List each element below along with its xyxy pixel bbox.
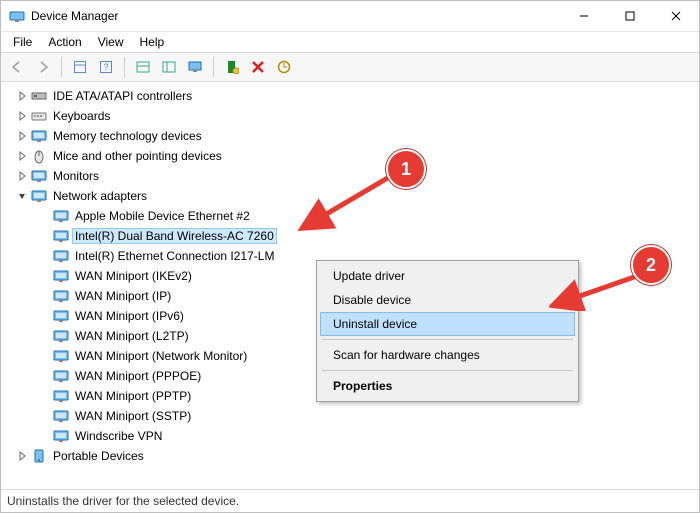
- device-icon: [53, 408, 69, 424]
- context-menu-item[interactable]: Uninstall device: [320, 312, 575, 336]
- uninstall-toolbar-button[interactable]: [246, 55, 270, 79]
- device-icon: [53, 208, 69, 224]
- tree-device[interactable]: WAN Miniport (SSTP): [1, 406, 699, 426]
- tree-category-label: Memory technology devices: [53, 129, 202, 143]
- maximize-button[interactable]: [607, 1, 653, 31]
- context-menu-item[interactable]: Scan for hardware changes: [320, 343, 575, 367]
- tree-category-label: Monitors: [53, 169, 99, 183]
- menu-action[interactable]: Action: [40, 33, 89, 51]
- menu-file[interactable]: File: [5, 33, 40, 51]
- toolbar-sep: [61, 57, 62, 77]
- toolbar-sep: [124, 57, 125, 77]
- device-icon: [53, 248, 69, 264]
- help-toolbar-button[interactable]: ?: [94, 55, 118, 79]
- svg-text:?: ?: [103, 62, 108, 72]
- tree-category[interactable]: Portable Devices: [1, 446, 699, 466]
- tree-device-label: WAN Miniport (IPv6): [75, 309, 184, 323]
- callout-1: 1: [386, 149, 426, 189]
- tree-category[interactable]: Keyboards: [1, 106, 699, 126]
- tree-device-label: WAN Miniport (IP): [75, 289, 171, 303]
- tree-category-label: IDE ATA/ATAPI controllers: [53, 89, 192, 103]
- chevron-right-icon[interactable]: [15, 129, 29, 143]
- status-bar: Uninstalls the driver for the selected d…: [1, 490, 699, 512]
- chevron-right-icon[interactable]: [15, 169, 29, 183]
- tree-device-label: Intel(R) Dual Band Wireless-AC 7260: [72, 228, 277, 244]
- monitor-toolbar-button[interactable]: [183, 55, 207, 79]
- tree-device[interactable]: Windscribe VPN: [1, 426, 699, 446]
- window-title: Device Manager: [31, 9, 118, 23]
- chevron-right-icon[interactable]: [15, 149, 29, 163]
- tree-category[interactable]: Mice and other pointing devices: [1, 146, 699, 166]
- view2-toolbar-button[interactable]: [157, 55, 181, 79]
- device-icon: [53, 268, 69, 284]
- properties-toolbar-button[interactable]: [68, 55, 92, 79]
- device-icon: [31, 148, 47, 164]
- tree-device-label: Apple Mobile Device Ethernet #2: [75, 209, 250, 223]
- tree-device-label: WAN Miniport (IKEv2): [75, 269, 192, 283]
- update-toolbar-button[interactable]: [272, 55, 296, 79]
- device-icon: [53, 388, 69, 404]
- context-menu-item[interactable]: Disable device: [320, 288, 575, 312]
- app-icon: [9, 8, 25, 24]
- close-button[interactable]: [653, 1, 699, 31]
- device-icon: [53, 428, 69, 444]
- device-icon: [31, 128, 47, 144]
- menu-separator: [322, 339, 573, 340]
- callout-2-arrow: [549, 271, 644, 311]
- device-tree-pane[interactable]: IDE ATA/ATAPI controllers Keyboards Memory…: [1, 82, 699, 490]
- tree-device-label: Windscribe VPN: [75, 429, 162, 443]
- title-bar: Device Manager: [1, 1, 699, 32]
- forward-button[interactable]: [31, 55, 55, 79]
- menu-separator: [322, 370, 573, 371]
- device-icon: [31, 168, 47, 184]
- tree-device-label: WAN Miniport (Network Monitor): [75, 349, 247, 363]
- back-button[interactable]: [5, 55, 29, 79]
- device-icon: [53, 328, 69, 344]
- device-icon: [53, 368, 69, 384]
- tree-category-label: Portable Devices: [53, 449, 144, 463]
- tree-device-label: WAN Miniport (SSTP): [75, 409, 191, 423]
- menu-view[interactable]: View: [90, 33, 132, 51]
- tree-category-label: Network adapters: [53, 189, 147, 203]
- device-icon: [53, 348, 69, 364]
- chevron-right-icon[interactable]: [15, 449, 29, 463]
- callout-2: 2: [631, 245, 671, 285]
- device-icon: [53, 228, 69, 244]
- menu-help[interactable]: Help: [132, 33, 173, 51]
- chevron-right-icon[interactable]: [15, 109, 29, 123]
- toolbar: ?: [1, 52, 699, 82]
- chevron-right-icon[interactable]: [15, 89, 29, 103]
- tree-category[interactable]: Memory technology devices: [1, 126, 699, 146]
- device-icon: [53, 308, 69, 324]
- scan-toolbar-button[interactable]: [220, 55, 244, 79]
- menu-bar: File Action View Help: [1, 32, 699, 52]
- tree-category-label: Keyboards: [53, 109, 110, 123]
- device-icon: [31, 448, 47, 464]
- status-text: Uninstalls the driver for the selected d…: [7, 494, 239, 508]
- chevron-down-icon[interactable]: [15, 189, 29, 203]
- device-icon: [31, 88, 47, 104]
- view1-toolbar-button[interactable]: [131, 55, 155, 79]
- tree-category-label: Mice and other pointing devices: [53, 149, 222, 163]
- device-manager-window: Device Manager File Action View Help ? I…: [0, 0, 700, 513]
- tree-device-label: Intel(R) Ethernet Connection I217-LM: [75, 249, 274, 263]
- tree-device-label: WAN Miniport (PPPOE): [75, 369, 201, 383]
- tree-device-label: WAN Miniport (PPTP): [75, 389, 191, 403]
- device-icon: [31, 108, 47, 124]
- tree-category[interactable]: IDE ATA/ATAPI controllers: [1, 86, 699, 106]
- callout-1-arrow: [298, 171, 398, 233]
- device-icon: [53, 288, 69, 304]
- device-icon: [31, 188, 47, 204]
- context-menu-item[interactable]: Properties: [320, 374, 575, 398]
- tree-device-label: WAN Miniport (L2TP): [75, 329, 189, 343]
- context-menu: Update driverDisable deviceUninstall dev…: [316, 260, 579, 402]
- toolbar-sep: [213, 57, 214, 77]
- context-menu-item[interactable]: Update driver: [320, 264, 575, 288]
- minimize-button[interactable]: [561, 1, 607, 31]
